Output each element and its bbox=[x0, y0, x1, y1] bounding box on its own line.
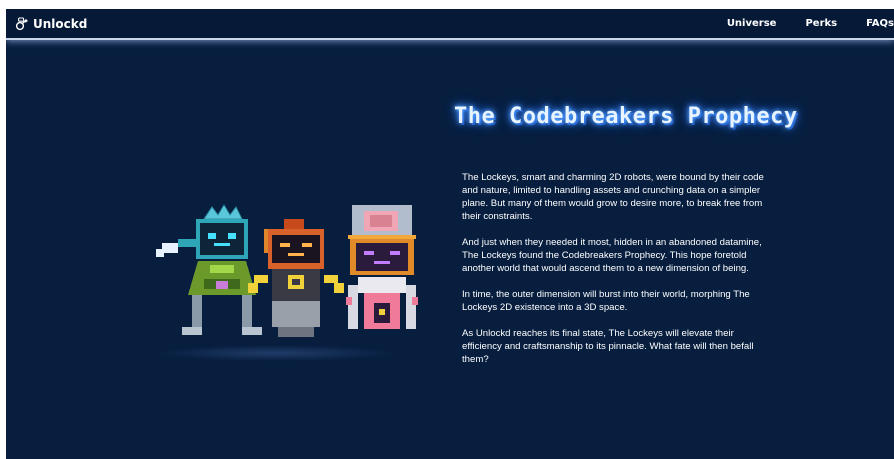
robot-orange bbox=[248, 219, 344, 337]
brand-logo[interactable]: Unlockd bbox=[15, 17, 87, 31]
nav-link-perks[interactable]: Perks bbox=[805, 18, 837, 29]
pixel-robots-illustration bbox=[156, 204, 418, 337]
story-paragraph: And just when they needed it most, hidde… bbox=[462, 237, 762, 274]
story-text: The Lockeys, smart and charming 2D robot… bbox=[462, 171, 768, 379]
page-frame: Unlockd Universe Perks FAQs The Codebrea… bbox=[6, 9, 894, 459]
story-paragraph: In time, the outer dimension will burst … bbox=[462, 289, 750, 313]
brand-name: Unlockd bbox=[33, 16, 88, 31]
story-paragraph: The Lockeys, smart and charming 2D robot… bbox=[462, 172, 764, 222]
top-navbar: Unlockd Universe Perks FAQs bbox=[6, 9, 894, 40]
main-nav: Universe Perks FAQs bbox=[698, 9, 894, 38]
nav-link-faqs[interactable]: FAQs bbox=[866, 18, 894, 29]
robot-brain bbox=[346, 205, 418, 329]
nav-link-universe[interactable]: Universe bbox=[727, 18, 777, 29]
story-paragraph: As Unlockd reaches its final state, The … bbox=[462, 328, 754, 365]
page-title: The Codebreakers Prophecy bbox=[454, 104, 798, 129]
robot-cyan bbox=[156, 204, 262, 335]
unlockd-logo-icon bbox=[15, 16, 28, 30]
